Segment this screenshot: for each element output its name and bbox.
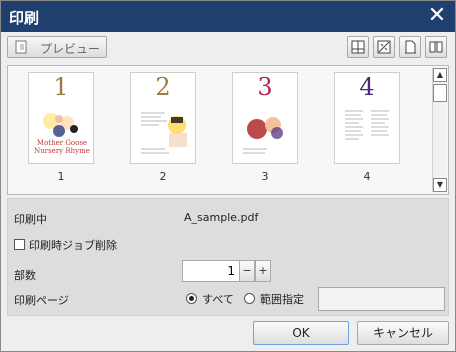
copies-input[interactable]: 1: [182, 260, 240, 282]
thumbnail-strip: 1 Mother Goose Nursery Rhyme 1 2 2 3 3 4…: [7, 65, 449, 195]
book-icon: [429, 41, 443, 53]
delete-job-checkbox[interactable]: [14, 239, 25, 250]
layout-tool-button[interactable]: [347, 36, 369, 58]
scroll-up-button[interactable]: ▲: [433, 68, 447, 82]
print-dialog: 印刷 ✕ プレビュー 1 Mother Goose Nursery Rhyme …: [0, 0, 456, 352]
scroll-thumb[interactable]: [433, 84, 447, 102]
diagonal-page-icon: [377, 40, 391, 54]
page-fit-icon: [405, 40, 416, 54]
text-and-illustration: [141, 112, 187, 154]
copies-decrement-button[interactable]: −: [239, 260, 255, 282]
delete-job-label: 印刷時ジョブ削除: [29, 239, 117, 252]
toolbar: プレビュー: [1, 32, 455, 62]
page-thumbnail-2[interactable]: 2: [130, 72, 196, 164]
close-icon[interactable]: ✕: [425, 4, 449, 28]
page-thumbnail-1[interactable]: 1 Mother Goose Nursery Rhyme: [28, 72, 94, 164]
page-range-input[interactable]: [318, 287, 445, 311]
preview-button[interactable]: プレビュー: [7, 36, 107, 58]
page-range-label: 範囲指定: [260, 293, 304, 306]
preview-label: プレビュー: [40, 42, 101, 56]
copies-label: 部数: [14, 269, 36, 282]
cancel-button[interactable]: キャンセル: [357, 321, 449, 345]
page-1-title-line-2: Nursery Rhyme: [34, 147, 90, 155]
copies-increment-button[interactable]: +: [255, 260, 271, 282]
thumbnail-label-1: 1: [57, 170, 65, 183]
book-tool-button[interactable]: [425, 36, 447, 58]
pages-label: 印刷ページ: [14, 294, 69, 307]
fit-page-tool-button[interactable]: [399, 36, 421, 58]
page-icon: [15, 40, 27, 54]
thumbnail-label-3: 3: [261, 170, 269, 183]
layout-icon: [351, 40, 365, 54]
page-range-radio[interactable]: [244, 293, 255, 304]
all-pages-radio[interactable]: [186, 293, 197, 304]
file-name: A_sample.pdf: [184, 211, 259, 224]
titlebar: 印刷 ✕: [1, 1, 455, 32]
all-pages-label: すべて: [202, 293, 234, 306]
print-settings-panel: 印刷中 A_sample.pdf 印刷時ジョブ削除 部数 1 − + 印刷ページ…: [7, 198, 449, 316]
ok-button[interactable]: OK: [253, 321, 349, 345]
thumbnail-label-4: 4: [363, 170, 371, 183]
printing-label: 印刷中: [14, 213, 47, 226]
text-columns: [345, 110, 389, 140]
page-1-title-line-1: Mother Goose: [36, 139, 88, 147]
vertical-scrollbar[interactable]: ▲ ▼: [432, 68, 447, 192]
rotate-tool-button[interactable]: [373, 36, 395, 58]
page-thumbnail-4[interactable]: 4: [334, 72, 400, 164]
thumbnail-label-2: 2: [159, 170, 167, 183]
scroll-down-button[interactable]: ▼: [433, 178, 447, 192]
page-thumbnail-3[interactable]: 3: [232, 72, 298, 164]
dialog-title: 印刷: [9, 9, 40, 27]
illustration: [243, 117, 283, 154]
